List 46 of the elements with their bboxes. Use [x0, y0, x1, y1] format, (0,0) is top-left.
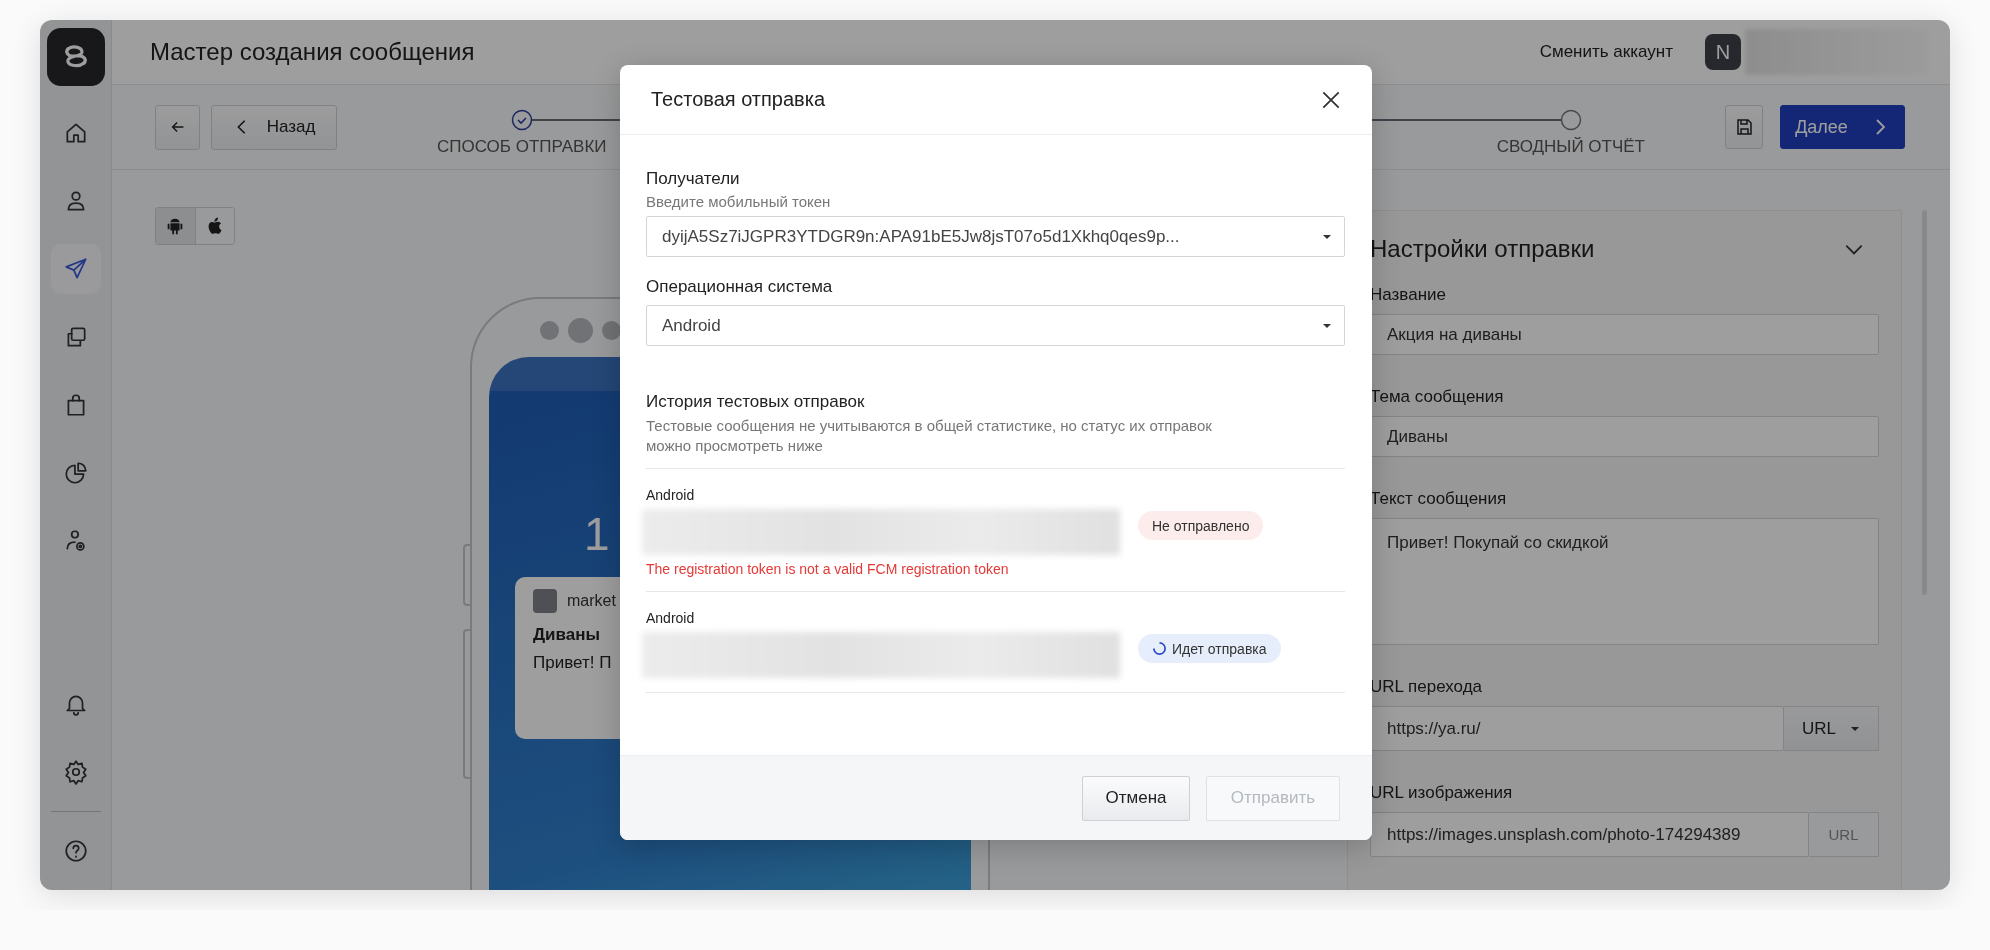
platform-label: Android	[646, 610, 695, 626]
android-button[interactable]	[156, 208, 195, 244]
spinner-icon	[1152, 641, 1167, 656]
error-message: The registration token is not a valid FCM registration token	[646, 561, 1009, 577]
field-hint: Введите мобильный токен	[646, 193, 831, 210]
save-button[interactable]	[1725, 105, 1763, 149]
avatar[interactable]: N	[1705, 34, 1741, 70]
field-label: Получатели	[646, 169, 740, 189]
text-field[interactable]: Диваны	[1370, 416, 1879, 457]
url-field[interactable]: https://images.unsplash.com/photo-174294389	[1370, 812, 1809, 857]
text-area[interactable]: Привет! Покупай со скидкой	[1370, 518, 1879, 645]
dialog-title: Тестовая отправка	[651, 88, 826, 111]
status-badge: Не отправлено	[1138, 511, 1264, 540]
field-label: Название	[1370, 285, 1447, 305]
cancel-button[interactable]: Отмена	[1082, 775, 1190, 821]
app-name: market	[567, 592, 616, 610]
switch-account-link[interactable]: Сменить аккаунт	[1539, 42, 1673, 62]
camera-dot	[539, 321, 559, 340]
apple-button[interactable]	[195, 208, 234, 244]
app-icon	[533, 589, 557, 613]
section-title: История тестовых отправок	[646, 392, 865, 412]
send-icon[interactable]	[50, 244, 101, 294]
platform-label: Android	[646, 487, 695, 503]
section-description: Тестовые сообщения не учитываются в общей статистике, но статус их отправок можно просмотреть ниже	[646, 416, 1213, 456]
url-type-dropdown[interactable]: URL	[1784, 706, 1879, 751]
camera-dot	[567, 318, 593, 343]
page-title: Мастер создания сообщения	[150, 38, 476, 66]
field-label: Текст сообщения	[1370, 489, 1508, 509]
field-label: Операционная система	[646, 277, 833, 297]
text-field[interactable]: Акция на диваны	[1370, 314, 1879, 355]
url-field[interactable]: https://ya.ru/	[1370, 706, 1784, 751]
os-select[interactable]: Android	[646, 305, 1345, 346]
next-button[interactable]: Далее	[1780, 105, 1905, 149]
status-badge: Идет отправка	[1138, 634, 1281, 663]
step-label: СПОСОБ ОТПРАВКИ	[437, 137, 607, 157]
panel-title: Настройки отправки	[1370, 235, 1595, 263]
back-button[interactable]: Назад	[211, 104, 337, 150]
token-select[interactable]: dyijA5Sz7iJGPR3YTDGR9n:APA91bE5Jw8jsT07o5d1Xkhq0qes9p...	[646, 216, 1345, 257]
step-label: СВОДНЫЙ ОТЧЁТ	[1496, 137, 1645, 157]
logo-icon[interactable]	[46, 28, 105, 86]
camera-dot	[601, 321, 621, 340]
field-label: Тема сообщения	[1370, 387, 1505, 407]
notification-title: Диваны	[533, 625, 601, 645]
url-addon: URL	[1809, 812, 1879, 857]
notification-text: Привет! П	[533, 653, 612, 673]
clock-text: 1	[584, 507, 610, 561]
